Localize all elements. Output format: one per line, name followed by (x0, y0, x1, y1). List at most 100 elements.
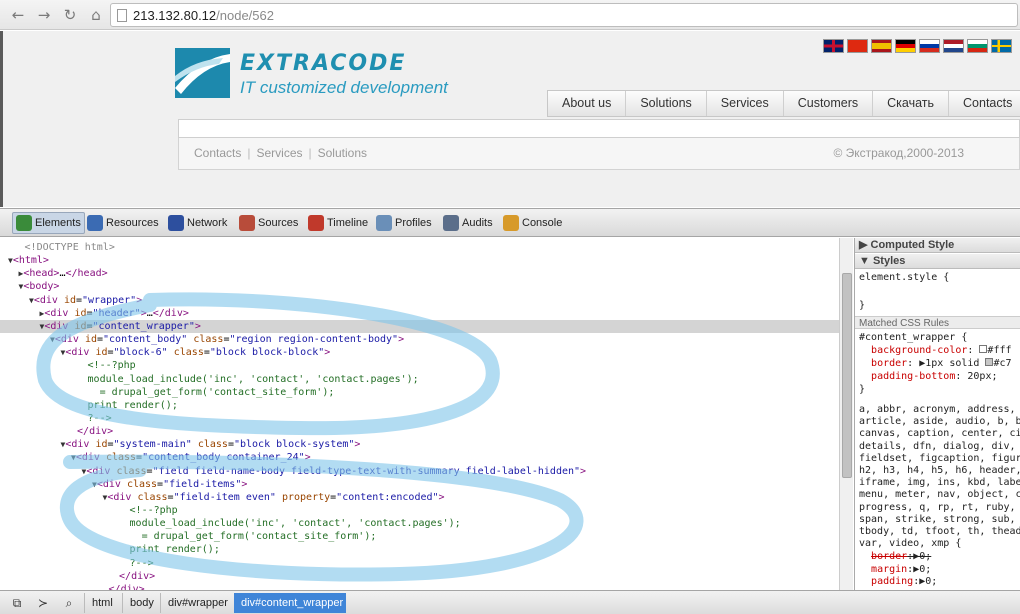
scrollbar-thumb[interactable] (842, 273, 852, 478)
flag-gb-icon[interactable] (823, 39, 844, 53)
devtools-toolbar: Elements Resources Network Sources Timeline P… (0, 209, 1020, 237)
element-style-selector[interactable]: element.style { (859, 272, 1020, 284)
reset-selector-line[interactable]: tbody, td, tfoot, th, thead (859, 526, 1020, 538)
dom-node[interactable]: <!--?php (0, 504, 839, 517)
dom-node[interactable]: ?--> (0, 557, 839, 570)
tab-network[interactable]: Network (165, 212, 230, 234)
dom-node[interactable]: </div> (0, 425, 839, 438)
menu-item-4[interactable]: Скачать (873, 91, 950, 116)
reset-selector-line[interactable]: fieldset, figcaption, figur (859, 453, 1020, 465)
tab-console[interactable]: Console (500, 212, 565, 234)
flag-cn-icon[interactable] (847, 39, 868, 53)
flag-se-icon[interactable] (991, 39, 1012, 53)
menu-item-3[interactable]: Customers (784, 91, 874, 116)
element-style-close: } (859, 300, 866, 311)
breadcrumb: ⧉ ≻ ⌕ html body div#wrapper div#content_wra… (0, 590, 1020, 614)
flag-es-icon[interactable] (871, 39, 892, 53)
css-property[interactable]: border:▶0; (859, 551, 1020, 563)
footer-link[interactable]: Services (256, 146, 302, 160)
footer-bar: Contacts | Services | Solutions © Экстракод,… (178, 138, 1020, 170)
dom-node[interactable]: ▼<div id="content_wrapper"> (0, 319, 839, 333)
tab-profiles[interactable]: Profiles (373, 212, 435, 234)
footer-link[interactable]: Solutions (318, 146, 367, 160)
dom-node[interactable]: print render(); (0, 543, 839, 556)
reset-selector-line[interactable]: menu, meter, nav, object, c (859, 489, 1020, 501)
brand-tagline: IT customized development (240, 78, 448, 97)
tab-audits[interactable]: Audits (440, 212, 496, 234)
console-icon (503, 215, 519, 231)
tab-sources[interactable]: Sources (236, 212, 301, 234)
reset-selector-line[interactable]: article, aside, audio, b, b (859, 416, 1020, 428)
network-icon (168, 215, 184, 231)
dom-tree[interactable]: <!DOCTYPE html> ▼<html> ▶<head>…</head> ▼<b… (0, 238, 839, 590)
flag-bg-icon[interactable] (967, 39, 988, 53)
breadcrumb-item[interactable]: div#wrapper (160, 593, 234, 613)
dom-node[interactable]: ▶<head>…</head> (0, 267, 839, 280)
dom-node[interactable]: <!--?php (0, 359, 839, 372)
tab-resources[interactable]: Resources (84, 212, 162, 234)
dom-node[interactable]: </div> (0, 570, 839, 583)
dom-node[interactable]: ▼<body> (0, 280, 839, 293)
menu-item-1[interactable]: Solutions (626, 91, 707, 116)
dom-node[interactable]: ▶<div id="header">…</div> (0, 307, 839, 320)
flag-de-icon[interactable] (895, 39, 916, 53)
home-icon[interactable]: ⌂ (86, 5, 106, 25)
styles-header[interactable]: ▼ Styles (855, 254, 1020, 269)
tab-timeline[interactable]: Timeline (305, 212, 371, 234)
dom-node[interactable]: ▼<div id="block-6" class="block block-bl… (0, 346, 839, 359)
dom-node[interactable]: ▼<div class="field-item even" property="… (0, 491, 839, 504)
dom-node[interactable]: = drupal_get_form('contact_site_form'); (0, 386, 839, 399)
dom-node[interactable]: </div> (0, 583, 839, 590)
menu-item-2[interactable]: Services (707, 91, 784, 116)
tab-label: Resources (106, 217, 159, 229)
dom-node[interactable]: ?--> (0, 412, 839, 425)
dock-icon[interactable]: ⧉ (8, 595, 26, 611)
console-drawer-icon[interactable]: ≻ (34, 595, 52, 611)
breadcrumb-item[interactable]: div#content_wrapper (234, 593, 346, 613)
css-property[interactable]: padding-bottom: 20px; (859, 371, 1020, 383)
dom-node[interactable]: ▼<div id="system-main" class="block bloc… (0, 438, 839, 451)
back-arrow-icon[interactable]: ← (8, 5, 28, 25)
flag-ru-icon[interactable] (919, 39, 940, 53)
reset-selector-line[interactable]: iframe, img, ins, kbd, labe (859, 477, 1020, 489)
reset-selector-line[interactable]: canvas, caption, center, ci (859, 428, 1020, 440)
footer-link[interactable]: Contacts (194, 146, 241, 160)
reset-selector-line[interactable]: details, dfn, dialog, div, (859, 441, 1020, 453)
dom-scrollbar[interactable] (839, 238, 853, 590)
dom-node[interactable]: ▼<div id="wrapper"> (0, 294, 839, 307)
css-property[interactable]: margin:▶0; (859, 564, 1020, 576)
dom-node[interactable]: ▼<div class="field field-name-body field… (0, 465, 839, 478)
dom-node[interactable]: module_load_include('inc', 'contact', 'c… (0, 517, 839, 530)
tab-elements[interactable]: Elements (12, 212, 85, 234)
breadcrumb-item[interactable]: body (122, 593, 160, 613)
dom-node[interactable]: ▼<html> (0, 254, 839, 267)
dom-node[interactable]: ▼<div class="field-items"> (0, 478, 839, 491)
forward-arrow-icon[interactable]: → (34, 5, 54, 25)
dom-node[interactable]: <!DOCTYPE html> (0, 241, 839, 254)
reload-icon[interactable]: ↻ (60, 5, 80, 25)
breadcrumb-item[interactable]: html (84, 593, 122, 613)
audits-icon (443, 215, 459, 231)
search-icon[interactable]: ⌕ (60, 595, 78, 611)
reset-selector-line[interactable]: a, abbr, acronym, address, (859, 404, 1020, 416)
reset-selector-line[interactable]: var, video, xmp { (859, 538, 1020, 550)
flag-nl-icon[interactable] (943, 39, 964, 53)
css-property[interactable]: background-color: #fff (859, 345, 1020, 357)
rule-selector[interactable]: #content_wrapper { (859, 332, 1020, 344)
dom-node[interactable]: = drupal_get_form('contact_site_form'); (0, 530, 839, 543)
dom-node[interactable]: ▼<div class="content_body container_24"> (0, 451, 839, 464)
css-property[interactable]: border: ▶1px solid #c7 (859, 358, 1020, 370)
menu-item-5[interactable]: Contacts (949, 91, 1020, 116)
reset-selector-line[interactable]: h2, h3, h4, h5, h6, header, (859, 465, 1020, 477)
reset-selector-line[interactable]: progress, q, rp, rt, ruby, (859, 502, 1020, 514)
dom-node[interactable]: module_load_include('inc', 'contact', 'c… (0, 373, 839, 386)
address-bar[interactable]: 213.132.80.12/node/562 (110, 3, 1018, 27)
reset-selector-line[interactable]: span, strike, strong, sub, (859, 514, 1020, 526)
menu-item-0[interactable]: About us (548, 91, 627, 116)
computed-style-header[interactable]: ▶ Computed Style (855, 238, 1020, 253)
css-property[interactable]: padding:▶0; (859, 576, 1020, 588)
dom-node[interactable]: ▼<div id="content_body" class="region re… (0, 333, 839, 346)
url-text[interactable]: 213.132.80.12/node/562 (133, 8, 274, 23)
brand-name: EXTRACODE (240, 51, 407, 76)
dom-node[interactable]: print render(); (0, 399, 839, 412)
